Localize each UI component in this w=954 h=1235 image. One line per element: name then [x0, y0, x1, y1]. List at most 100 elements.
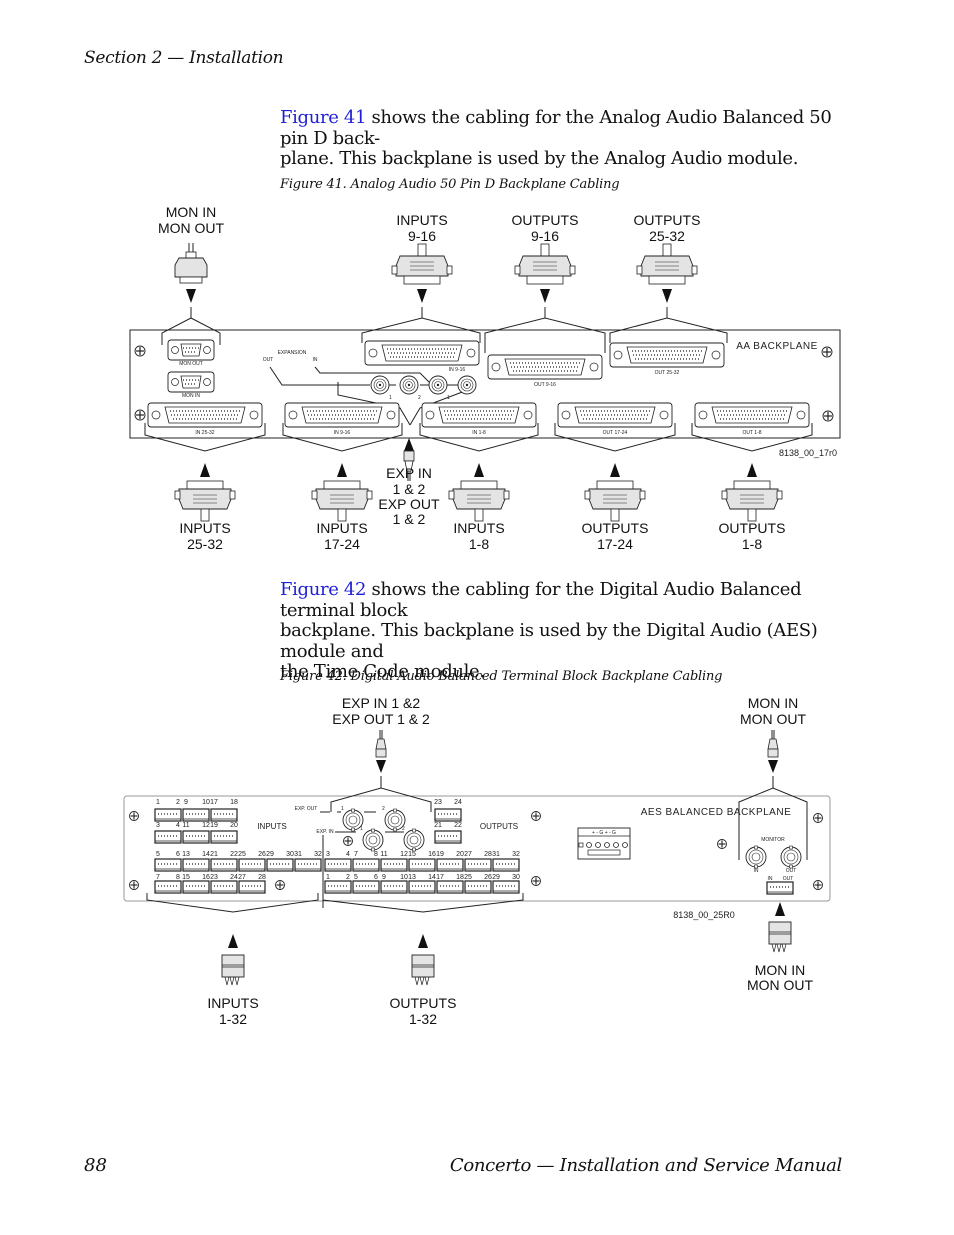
pin-number: 24: [454, 799, 462, 806]
arrow-up-icon: [610, 463, 620, 477]
mon-out-label: MON OUT: [179, 361, 203, 367]
callout-inputs-25-32-l1: INPUTS: [179, 520, 230, 536]
pin-number: 5: [354, 874, 358, 881]
bnc-label: 2: [382, 806, 385, 812]
pin-number: 30: [286, 851, 294, 858]
callout-outputs-17-24-l1: OUTPUTS: [582, 520, 649, 536]
out-17-24-label: OUT 17-24: [603, 430, 628, 436]
pin-number: 8: [374, 851, 378, 858]
bnc-connector: [399, 375, 419, 395]
pin-number: 2: [346, 874, 350, 881]
exp-in-label: IN: [313, 357, 318, 363]
pin-number: 23: [210, 874, 218, 881]
in-25-32-connector: [147, 402, 263, 428]
pin-number: 27: [464, 851, 472, 858]
expansion-label: EXPANSION: [278, 350, 307, 356]
screw-icon: [812, 879, 824, 891]
callout-inputs-17-24-l1: INPUTS: [316, 520, 367, 536]
bnc-plug-icon: [375, 730, 387, 758]
paragraph-figure41: Figure 41 shows the cabling for the Anal…: [280, 107, 850, 170]
pin-number: 7: [156, 874, 160, 881]
inputs-label: INPUTS: [257, 822, 286, 831]
out-1-8-connector: [694, 402, 810, 428]
pin-number: 19: [436, 851, 444, 858]
tb-out-label: OUT: [783, 876, 794, 882]
pin-number: 14: [202, 851, 210, 858]
screw-icon: [822, 410, 834, 422]
bnc-connector: [370, 375, 390, 395]
pin-number: 20: [456, 851, 464, 858]
bnc-label: 2: [418, 395, 421, 401]
callout-outputs-25-32-l1: OUTPUTS: [634, 212, 701, 228]
callout-inputs-1-8-l2: 1-8: [469, 536, 489, 552]
callout-inputs-25-32-l2: 25-32: [187, 536, 223, 552]
out-25-32-connector: [609, 342, 725, 368]
callout-mon-l2: MON OUT: [740, 711, 807, 727]
monitor-terminal-block: [766, 881, 794, 895]
pin-number: 31: [492, 851, 500, 858]
pin-number: 28: [258, 874, 266, 881]
screw-icon: [530, 875, 542, 887]
pin-number: 4: [346, 851, 350, 858]
pin-number: 17: [436, 874, 444, 881]
callout-outputs-l1: OUTPUTS: [390, 995, 457, 1011]
in-1-8-label: IN 1-8: [472, 430, 486, 436]
callout-inputs-l2: 1-32: [219, 1011, 247, 1027]
screw-icon: [812, 812, 824, 824]
aa-backplane-label: AA BACKPLANE: [736, 341, 818, 352]
callout-exp-l2: 1 & 2: [393, 481, 426, 497]
pin-number: 20: [230, 822, 238, 829]
pin-number: 14: [428, 874, 436, 881]
pin-number: 16: [428, 851, 436, 858]
callout-outputs-1-8-l2: 1-8: [742, 536, 762, 552]
arrow-down-icon: [540, 289, 550, 303]
bnc-connector: [342, 808, 364, 832]
callout-outputs-17-24-l2: 17-24: [597, 536, 633, 552]
arrow-up-icon: [418, 934, 428, 948]
pin-number: 15: [182, 874, 190, 881]
pin-number: 22: [230, 851, 238, 858]
terminal-plug-icon: [221, 954, 245, 986]
pin-number: 5: [156, 851, 160, 858]
figure42-diagram: EXP IN 1 &2 EXP OUT 1 & 2 MON IN MON OUT: [123, 695, 831, 1027]
arrow-up-icon: [747, 463, 757, 477]
bnc-connector: [362, 828, 384, 852]
pin-number: 1: [156, 799, 160, 806]
pin-number: 16: [202, 874, 210, 881]
pin-number: 23: [434, 799, 442, 806]
pin-number: 32: [512, 851, 520, 858]
para1-line2: plane. This backplane is used by the Ana…: [280, 148, 799, 169]
screw-icon: [821, 346, 833, 358]
out-9-16-connector: [487, 354, 603, 380]
callout-inputs-17-24-l2: 17-24: [324, 536, 360, 552]
dsub-plug-icon: [174, 480, 236, 522]
callout-mon-bottom-l2: MON OUT: [747, 977, 814, 993]
pin-number: 12: [400, 851, 408, 858]
pin-number: 25: [464, 874, 472, 881]
pin-number: 11: [182, 822, 189, 829]
screw-icon: [134, 345, 146, 357]
bnc-label: 1: [447, 395, 450, 401]
pin-number: 24: [230, 874, 238, 881]
screw-icon: [716, 838, 728, 850]
figure42-link[interactable]: Figure 42: [280, 579, 366, 600]
callout-exp-l1: EXP IN 1 &2: [342, 695, 421, 711]
dsub-plug-icon: [636, 243, 698, 285]
in-1-8-connector: [421, 402, 537, 428]
pin-number: 29: [492, 874, 500, 881]
figure41-caption: Figure 41. Analog Audio 50 Pin D Backpla…: [280, 177, 620, 192]
figure41-link[interactable]: Figure 41: [280, 107, 366, 128]
screw-icon: [342, 835, 354, 847]
callout-outputs-l2: 1-32: [409, 1011, 437, 1027]
arrow-up-icon: [228, 934, 238, 948]
callout-exp-l3: EXP OUT: [378, 496, 440, 512]
callout-outputs-1-8-l1: OUTPUTS: [719, 520, 786, 536]
out-1-8-label: OUT 1-8: [742, 430, 761, 436]
bnc-plug-icon: [767, 730, 779, 758]
arrow-up-icon: [474, 463, 484, 477]
pin-number: 25: [238, 851, 246, 858]
figure42-caption: Figure 42. Digital Audio Balanced Termin…: [280, 669, 723, 684]
dsub-plug-icon: [391, 243, 453, 285]
screw-icon: [134, 409, 146, 421]
callout-mon-line1: MON IN: [166, 204, 217, 220]
